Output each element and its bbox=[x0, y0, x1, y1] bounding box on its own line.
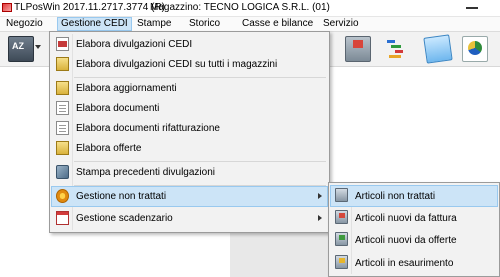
cart-green-icon bbox=[335, 232, 348, 246]
pie-chart-button[interactable] bbox=[462, 36, 488, 62]
menu-separator bbox=[74, 185, 326, 186]
document-yellow-icon bbox=[56, 81, 69, 95]
menu-separator bbox=[74, 77, 326, 78]
document-icon bbox=[56, 121, 69, 135]
title-bar: TLPosWin 2017.11.2717.3774 (R) Magazzino… bbox=[0, 0, 500, 17]
sort-az-icon: AZ bbox=[12, 41, 24, 51]
chevron-down-icon[interactable] bbox=[35, 45, 41, 49]
menu-negozio[interactable]: Negozio bbox=[3, 18, 46, 30]
menu-item-label: Gestione non trattati bbox=[76, 191, 167, 202]
card-reader-button[interactable] bbox=[423, 34, 453, 64]
submenu-item-articoli-non-trattati[interactable]: Articoli non trattati bbox=[330, 185, 498, 207]
menu-item-label: Stampa precedenti divulgazioni bbox=[76, 167, 215, 178]
app-icon bbox=[2, 3, 12, 12]
background-panel bbox=[230, 231, 330, 277]
menu-storico[interactable]: Storico bbox=[186, 18, 223, 30]
menu-item-label: Elabora offerte bbox=[76, 143, 142, 154]
sort-az-button[interactable]: AZ bbox=[8, 36, 34, 62]
document-yellow-icon bbox=[56, 57, 69, 71]
menu-gestione-cedi[interactable]: Gestione CEDI bbox=[57, 17, 132, 31]
menu-item-label: Elabora aggiornamenti bbox=[76, 83, 177, 94]
menu-item-label: Elabora divulgazioni CEDI bbox=[76, 39, 193, 50]
menu-item-label: Elabora documenti bbox=[76, 103, 160, 114]
menu-item-elabora-divulgazioni-cedi[interactable]: Elabora divulgazioni CEDI bbox=[52, 35, 327, 54]
menu-separator bbox=[74, 161, 326, 162]
cart-red-icon bbox=[335, 210, 348, 224]
minimize-icon[interactable] bbox=[466, 7, 478, 9]
store-label: Magazzino: TECNO LOGICA S.R.L. (01) bbox=[150, 2, 330, 13]
cart-yellow-icon bbox=[335, 255, 348, 269]
menu-stampe[interactable]: Stampe bbox=[134, 18, 174, 30]
chevron-right-icon bbox=[318, 215, 322, 221]
menu-item-elabora-documenti-rifatturazione[interactable]: Elabora documenti rifatturazione bbox=[52, 119, 327, 138]
submenu-item-articoli-nuovi-da-fattura[interactable]: Articoli nuovi da fattura bbox=[331, 208, 497, 228]
menu-item-elabora-divulgazioni-tutti-magazzini[interactable]: Elabora divulgazioni CEDI su tutti i mag… bbox=[52, 55, 327, 74]
menu-item-stampa-precedenti-divulgazioni[interactable]: Stampa precedenti divulgazioni bbox=[52, 163, 327, 182]
calendar-icon bbox=[56, 211, 69, 225]
menu-item-gestione-scadenzario[interactable]: Gestione scadenzario bbox=[52, 209, 327, 228]
submenu-item-articoli-nuovi-da-offerte[interactable]: Articoli nuovi da offerte bbox=[331, 230, 497, 250]
menu-casse-e-bilance[interactable]: Casse e bilance bbox=[239, 18, 316, 30]
document-icon bbox=[56, 101, 69, 115]
submenu-item-label: Articoli nuovi da offerte bbox=[355, 235, 457, 246]
submenu-item-label: Articoli non trattati bbox=[355, 191, 436, 202]
menu-item-elabora-aggiornamenti[interactable]: Elabora aggiornamenti bbox=[52, 79, 327, 98]
menu-item-gestione-non-trattati[interactable]: Gestione non trattati bbox=[51, 186, 328, 207]
gestione-cedi-menu: Elabora divulgazioni CEDI Elabora divulg… bbox=[49, 31, 330, 233]
document-yellow-icon bbox=[56, 141, 69, 155]
menu-item-elabora-documenti[interactable]: Elabora documenti bbox=[52, 99, 327, 118]
menu-bar: Negozio Gestione CEDI Stampe Storico Cas… bbox=[0, 17, 500, 32]
cart-button[interactable] bbox=[345, 36, 371, 62]
window-title: TLPosWin 2017.11.2717.3774 (R) bbox=[14, 2, 166, 13]
document-red-icon bbox=[56, 37, 69, 51]
gear-icon bbox=[56, 189, 69, 203]
gestione-non-trattati-submenu: Articoli non trattati Articoli nuovi da … bbox=[328, 182, 500, 277]
tool-icon bbox=[56, 165, 69, 179]
menu-item-label: Elabora divulgazioni CEDI su tutti i mag… bbox=[76, 59, 278, 70]
chevron-right-icon bbox=[318, 193, 322, 199]
cart-icon bbox=[335, 188, 348, 202]
menu-item-elabora-offerte[interactable]: Elabora offerte bbox=[52, 139, 327, 158]
submenu-item-label: Articoli in esaurimento bbox=[355, 258, 454, 269]
submenu-item-label: Articoli nuovi da fattura bbox=[355, 213, 457, 224]
menu-item-label: Elabora documenti rifatturazione bbox=[76, 123, 220, 134]
menu-item-label: Gestione scadenzario bbox=[76, 213, 173, 224]
gantt-button[interactable] bbox=[385, 36, 409, 60]
submenu-item-articoli-in-esaurimento[interactable]: Articoli in esaurimento bbox=[331, 253, 497, 273]
menu-servizio[interactable]: Servizio bbox=[320, 18, 362, 30]
